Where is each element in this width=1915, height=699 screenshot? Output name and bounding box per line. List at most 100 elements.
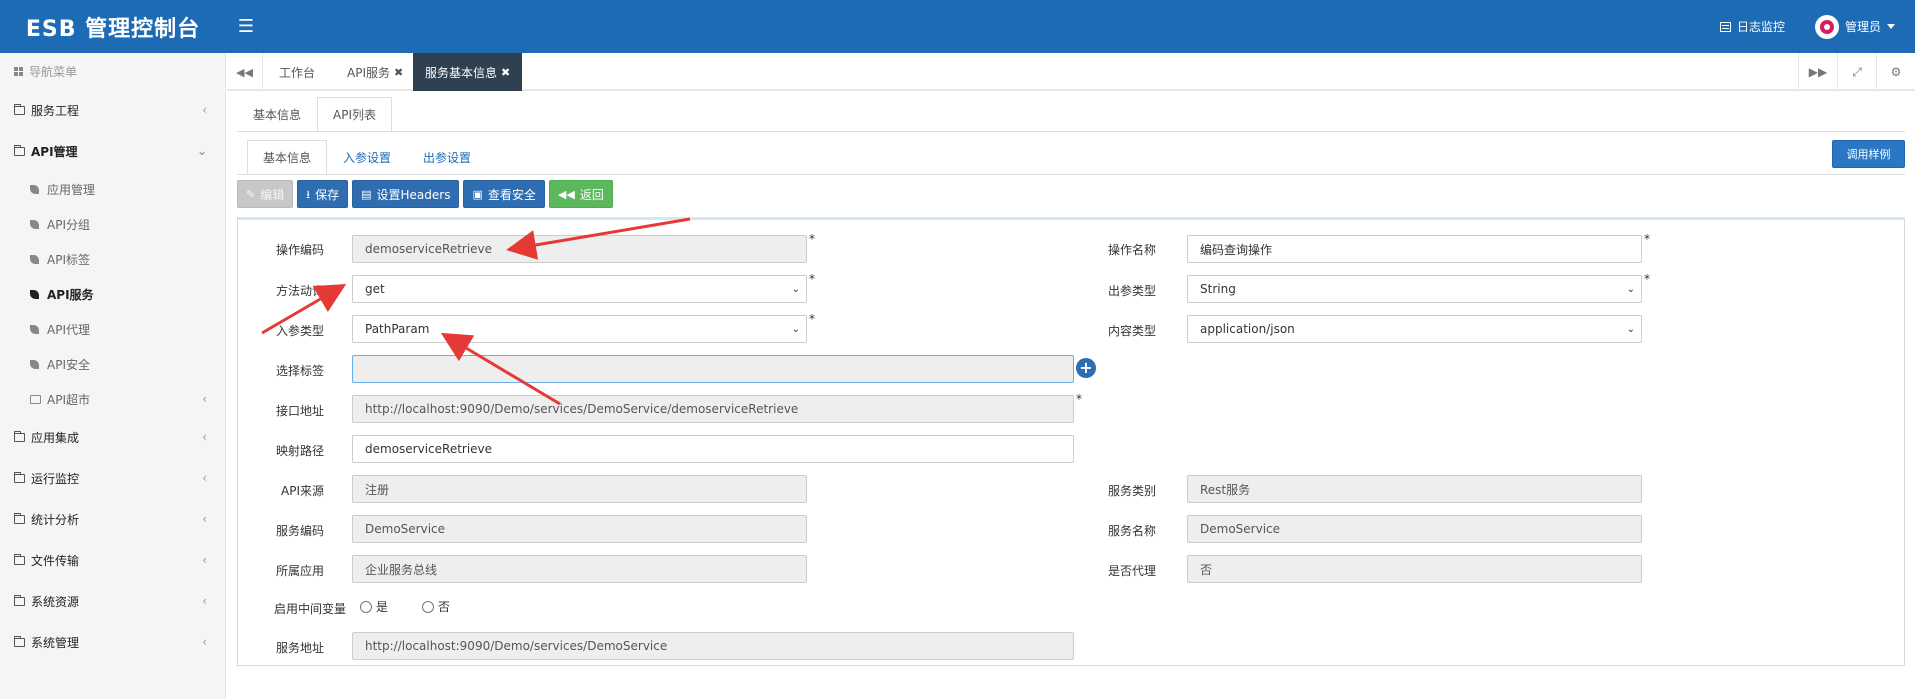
tab-api-service[interactable]: API服务 ✖ bbox=[335, 53, 415, 91]
tab-service-basic-info[interactable]: 服务基本信息 ✖ bbox=[413, 53, 523, 91]
sidebar-sub-api-service[interactable]: API服务 bbox=[0, 277, 225, 312]
add-tag-icon[interactable]: + bbox=[1076, 358, 1096, 378]
set-headers-button[interactable]: ▤ 设置Headers bbox=[352, 180, 460, 208]
sidebar-item-app-integration[interactable]: 应用集成 ‹ bbox=[0, 417, 225, 458]
middleware-var-yes[interactable]: 是 bbox=[360, 598, 388, 615]
leaf-icon bbox=[30, 360, 39, 369]
gear-icon[interactable]: ⚙ bbox=[1876, 53, 1915, 91]
sidebar-sub-api-market[interactable]: API超市 ‹ bbox=[0, 382, 225, 417]
in-type-select[interactable]: PathParam ⌄ bbox=[352, 315, 807, 343]
required-mark: * bbox=[809, 312, 815, 326]
sidebar-sub-api-group[interactable]: API分组 bbox=[0, 207, 225, 242]
user-menu[interactable]: 管理员 bbox=[1814, 14, 1895, 39]
innertab-label: 入参设置 bbox=[343, 151, 392, 165]
subtab-basic-info[interactable]: 基本信息 bbox=[237, 97, 317, 131]
content-type-label: 内容类型 bbox=[1107, 324, 1156, 338]
mapping-input[interactable]: demoserviceRetrieve bbox=[352, 435, 1074, 463]
leaf-icon bbox=[30, 220, 39, 229]
tab-workbench[interactable]: 工作台 bbox=[267, 53, 327, 91]
page-tabs: ◀◀ 工作台 API服务 ✖ 服务基本信息 ✖ ▶▶ ⤢ ⚙ bbox=[227, 53, 1915, 91]
sidebar-sub-api-security[interactable]: API安全 bbox=[0, 347, 225, 382]
sidebar-item-file-transfer[interactable]: 文件传输 ‹ bbox=[0, 540, 225, 581]
chevron-left-icon: ‹ bbox=[202, 512, 207, 526]
innertab-output-params[interactable]: 出参设置 bbox=[407, 140, 487, 174]
is-proxy-input[interactable]: 否 bbox=[1187, 555, 1642, 583]
content-type-select[interactable]: application/json ⌄ bbox=[1187, 315, 1642, 343]
op-code-label: 操作编码 bbox=[275, 243, 324, 257]
sidebar-item-system-resource[interactable]: 系统资源 ‹ bbox=[0, 581, 225, 622]
sidebar-item-statistics[interactable]: 统计分析 ‹ bbox=[0, 499, 225, 540]
download-icon: ⭳ bbox=[306, 187, 311, 201]
close-icon[interactable]: ✖ bbox=[394, 66, 403, 79]
sidebar-item-label: 统计分析 bbox=[31, 513, 80, 527]
op-code-input[interactable]: demoserviceRetrieve bbox=[352, 235, 807, 263]
back-button[interactable]: ◀◀ 返回 bbox=[548, 180, 613, 208]
app-input[interactable]: 企业服务总线 bbox=[352, 555, 807, 583]
avatar bbox=[1814, 14, 1839, 39]
api-source-input[interactable]: 注册 bbox=[352, 475, 807, 503]
tabs-scroll-right-icon[interactable]: ▶▶ bbox=[1798, 53, 1837, 91]
innertab-basic-info[interactable]: 基本信息 bbox=[247, 140, 328, 174]
in-type-value: PathParam bbox=[365, 322, 430, 336]
out-type-label: 出参类型 bbox=[1107, 284, 1156, 298]
user-name: 管理员 bbox=[1844, 20, 1881, 34]
out-type-select[interactable]: String ⌄ bbox=[1187, 275, 1642, 303]
endpoint-label: 接口地址 bbox=[275, 404, 324, 418]
required-mark: * bbox=[1644, 232, 1650, 246]
tabs-scroll-left-icon[interactable]: ◀◀ bbox=[227, 53, 263, 91]
chevron-down-icon: ⌄ bbox=[196, 144, 207, 158]
required-mark: * bbox=[809, 232, 815, 246]
close-icon[interactable]: ✖ bbox=[501, 66, 510, 79]
sidebar-sub-label: API超市 bbox=[47, 393, 90, 407]
op-name-input[interactable]: 编码查询操作 bbox=[1187, 235, 1642, 263]
back-icon: ◀◀ bbox=[557, 187, 575, 201]
menu-toggle-icon[interactable]: ☰ bbox=[236, 12, 256, 40]
chevron-down-icon: ⌄ bbox=[1626, 283, 1635, 295]
sidebar-sub-app-management[interactable]: 应用管理 bbox=[0, 172, 225, 207]
log-monitor-link[interactable]: 日志监控 bbox=[1719, 18, 1785, 35]
sidebar-sub-label: API服务 bbox=[47, 288, 94, 302]
sidebar-item-api-management[interactable]: API管理 ⌄ bbox=[0, 131, 225, 172]
view-security-button[interactable]: ▣ 查看安全 bbox=[463, 180, 545, 208]
radio-label: 否 bbox=[438, 600, 451, 614]
sidebar-sub-label: 应用管理 bbox=[47, 183, 96, 197]
innertab-input-params[interactable]: 入参设置 bbox=[327, 140, 407, 174]
middleware-var-no[interactable]: 否 bbox=[422, 598, 450, 615]
call-sample-button[interactable]: 调用样例 bbox=[1832, 140, 1905, 168]
middleware-var-radios: 是 否 bbox=[360, 598, 478, 615]
service-code-input[interactable]: DemoService bbox=[352, 515, 807, 543]
folder-icon bbox=[14, 104, 25, 115]
chevron-left-icon: ‹ bbox=[202, 635, 207, 649]
subtab-label: API列表 bbox=[333, 108, 377, 122]
sidebar-sub-label: API分组 bbox=[47, 218, 90, 232]
service-name-input[interactable]: DemoService bbox=[1187, 515, 1642, 543]
method-select[interactable]: get ⌄ bbox=[352, 275, 807, 303]
service-category-input[interactable]: Rest服务 bbox=[1187, 475, 1642, 503]
fullscreen-icon[interactable]: ⤢ bbox=[1837, 53, 1876, 91]
folder-icon bbox=[14, 472, 25, 483]
nav-header-label: 导航菜单 bbox=[29, 65, 78, 79]
sidebar-item-service-project[interactable]: 服务工程 ‹ bbox=[0, 90, 225, 131]
endpoint-input[interactable]: http://localhost:9090/Demo/services/Demo… bbox=[352, 395, 1074, 423]
window-icon: ▣ bbox=[472, 187, 483, 201]
chevron-left-icon: ‹ bbox=[202, 430, 207, 444]
innertab-label: 出参设置 bbox=[423, 151, 472, 165]
api-source-label: API来源 bbox=[281, 484, 324, 498]
folder-icon bbox=[14, 145, 25, 156]
sidebar-item-system-management[interactable]: 系统管理 ‹ bbox=[0, 622, 225, 663]
in-type-label: 入参类型 bbox=[275, 324, 324, 338]
grid-icon bbox=[14, 67, 23, 76]
sidebar-sub-api-tag[interactable]: API标签 bbox=[0, 242, 225, 277]
save-button[interactable]: ⭳ 保存 bbox=[297, 180, 349, 208]
sidebar-sub-api-proxy[interactable]: API代理 bbox=[0, 312, 225, 347]
subtab-api-list[interactable]: API列表 bbox=[317, 97, 393, 131]
method-label: 方法动词 bbox=[275, 284, 324, 298]
is-proxy-label: 是否代理 bbox=[1107, 564, 1156, 578]
tab-label: API服务 bbox=[347, 65, 390, 80]
tags-input[interactable] bbox=[352, 355, 1074, 383]
sidebar-item-run-monitor[interactable]: 运行监控 ‹ bbox=[0, 458, 225, 499]
service-addr-input[interactable]: http://localhost:9090/Demo/services/Demo… bbox=[352, 632, 1074, 660]
sidebar-item-label: 服务工程 bbox=[31, 104, 80, 118]
sidebar-item-label: 运行监控 bbox=[31, 472, 80, 486]
edit-button[interactable]: ✎ 编辑 bbox=[237, 180, 294, 208]
